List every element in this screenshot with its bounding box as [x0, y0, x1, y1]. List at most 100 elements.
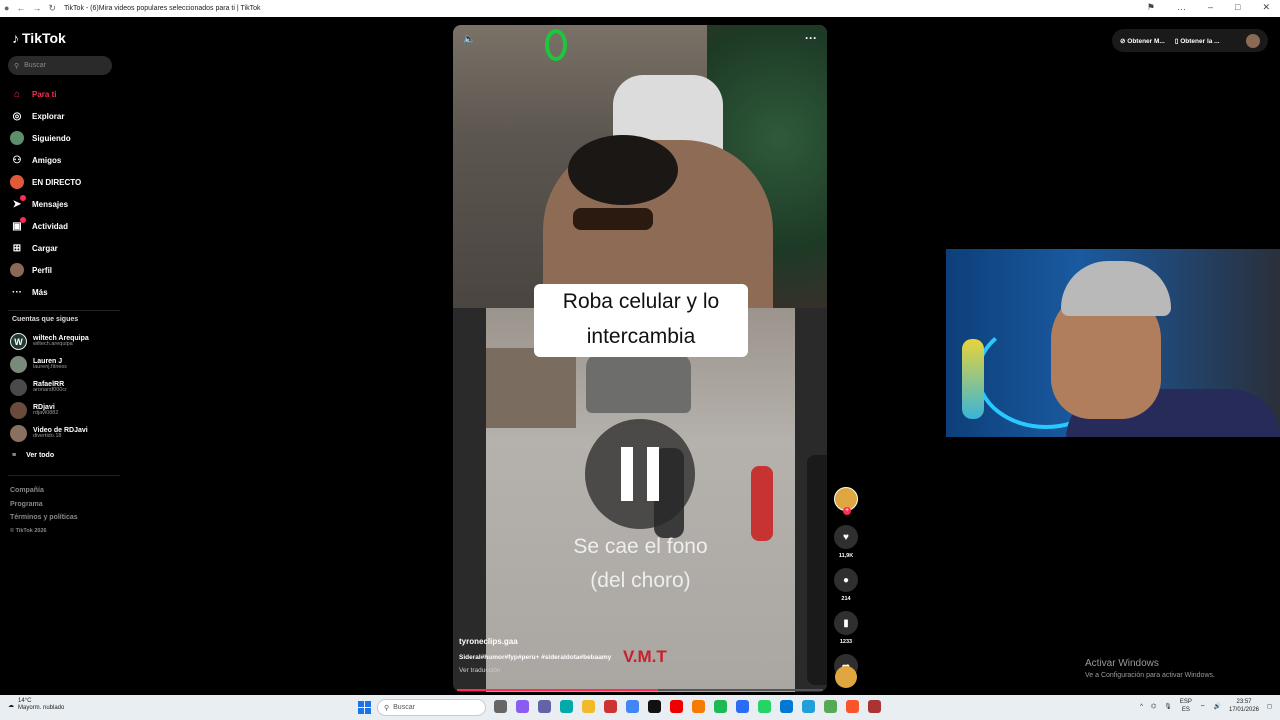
weather-widget[interactable]: ☁ 14°C Mayorm. nublado	[8, 698, 64, 712]
speaker-icon[interactable]: 🔊	[1214, 703, 1221, 710]
app-icon[interactable]	[670, 700, 683, 713]
like-count: 11,9K	[838, 553, 854, 559]
music-disc-icon[interactable]	[835, 666, 857, 688]
chevron-up-icon[interactable]: ^	[1140, 704, 1143, 710]
close-icon[interactable]: ✕	[1262, 2, 1270, 13]
menu-label: Más	[32, 287, 48, 297]
telegram-icon[interactable]	[802, 700, 815, 713]
lang-indicator[interactable]: ESP ES	[1180, 699, 1192, 715]
video-author[interactable]: tyroneclips.gaa	[459, 637, 611, 646]
mic-icon[interactable]: 🎙	[1164, 703, 1172, 710]
tiktok-logo[interactable]: ♪ TikTok	[12, 30, 66, 46]
get-coins-button[interactable]: ⊘ Obtener M...	[1120, 37, 1165, 45]
comment-icon[interactable]: ●	[834, 568, 858, 592]
footer-link-terms[interactable]: Términos y políticas	[10, 511, 78, 525]
network-icon[interactable]: ⌬	[1151, 703, 1156, 710]
menu-item-mas[interactable]: ··· Más	[10, 281, 81, 303]
wifi-icon[interactable]: ⌔	[1200, 703, 1206, 711]
menu-item-para-ti[interactable]: ⌂ Para ti	[10, 83, 81, 105]
minimize-icon[interactable]: –	[1208, 2, 1213, 13]
cloud-icon: ☁	[8, 702, 14, 709]
upload-icon: ⊞	[12, 242, 22, 254]
like-action[interactable]: ♥ 11,9K	[833, 525, 859, 559]
translate-link[interactable]: Ver traducción	[459, 667, 611, 674]
windows-logo-tile	[365, 701, 371, 707]
account-avatar	[10, 425, 27, 442]
comment-action[interactable]: ● 214	[833, 568, 859, 602]
bookmark-icon[interactable]: ▮	[834, 611, 858, 635]
caption-line: intercambia	[586, 325, 696, 348]
video-player[interactable]: Roba celular y lo intercambia Se cae el …	[453, 25, 827, 692]
pause-button[interactable]	[585, 419, 695, 529]
video-caption-bottom: Se cae el fono (del choro)	[538, 530, 743, 598]
following-list: W wiltech Arequipa wiltech.arequipa Laure…	[10, 330, 89, 445]
app-icon[interactable]	[824, 700, 837, 713]
account-item[interactable]: Video de RDJavi divertido.18	[10, 422, 89, 445]
brave-icon[interactable]	[846, 700, 859, 713]
start-button[interactable]	[358, 701, 371, 714]
follow-plus-icon[interactable]: +	[843, 507, 851, 515]
activity-icon: ▣	[10, 217, 26, 233]
clock[interactable]: 23:57 17/01/2026	[1229, 699, 1259, 715]
forward-icon[interactable]: →	[32, 3, 41, 14]
edge-icon[interactable]	[560, 700, 573, 713]
menu-label: Explorar	[32, 111, 65, 121]
reload-icon[interactable]: ↻	[48, 3, 56, 14]
heart-icon[interactable]: ♥	[834, 525, 858, 549]
save-action[interactable]: ▮ 1233	[833, 611, 859, 645]
notifications-icon[interactable]: ◻	[1267, 703, 1272, 710]
menu-item-explorar[interactable]: ◎ Explorar	[10, 105, 81, 127]
next-video-peek[interactable]	[807, 455, 827, 685]
footer-link-program[interactable]: Programa	[10, 498, 78, 512]
see-all-label: Ver todo	[26, 452, 55, 459]
video-watermark: V.M.T	[623, 647, 667, 666]
account-item[interactable]: RDjavi rdjavi0882	[10, 399, 89, 422]
file-explorer-icon[interactable]	[582, 700, 595, 713]
account-item[interactable]: W wiltech Arequipa wiltech.arequipa	[10, 330, 89, 353]
account-item[interactable]: RafaelRR aronarsf000cr	[10, 376, 89, 399]
teams-icon[interactable]	[538, 700, 551, 713]
menu-item-perfil[interactable]: Perfil	[10, 259, 81, 281]
menu-item-cargar[interactable]: ⊞ Cargar	[10, 237, 81, 259]
browser-titlebar: ● ← → ↻ TikTok - (6)Mira videos populare…	[0, 0, 1280, 17]
menu-item-actividad[interactable]: ▣ Actividad	[10, 215, 81, 237]
account-avatar	[10, 356, 27, 373]
tiktok-taskbar-icon[interactable]	[648, 700, 661, 713]
app-icon[interactable]	[692, 700, 705, 713]
more-options-icon[interactable]: ···	[805, 31, 817, 45]
chrome-icon[interactable]	[626, 700, 639, 713]
taskbar-search[interactable]: ⚲ Buscar	[377, 699, 486, 716]
menu-item-mensajes[interactable]: ➤ Mensajes	[10, 193, 81, 215]
outlook-icon[interactable]	[780, 700, 793, 713]
video-progress[interactable]	[457, 689, 823, 691]
following-avatar	[10, 131, 24, 145]
badge-dot	[20, 217, 26, 223]
menu-label: Actividad	[32, 221, 69, 231]
translate-icon[interactable]: ⚑	[1147, 2, 1155, 13]
window-controls: ⚑ … – □ ✕	[1147, 2, 1270, 13]
user-avatar[interactable]	[1246, 33, 1260, 48]
back-icon[interactable]: ←	[16, 3, 25, 14]
spotify-icon[interactable]	[714, 700, 727, 713]
menu-item-amigos[interactable]: ⚇ Amigos	[10, 149, 81, 171]
see-all-button[interactable]: ≡ Ver todo	[12, 452, 54, 459]
account-item[interactable]: Lauren Jlaurenj.fitness	[10, 353, 89, 376]
home-icon: ⌂	[13, 88, 21, 100]
task-view-icon[interactable]	[494, 700, 507, 713]
volume-icon[interactable]: 🔈	[463, 34, 475, 45]
menu-item-siguiendo[interactable]: Siguiendo	[10, 127, 81, 149]
app-icon[interactable]	[868, 700, 881, 713]
clock-date: 17/01/2026	[1228, 706, 1260, 713]
app-icon[interactable]	[736, 700, 749, 713]
green-ornament	[545, 29, 567, 61]
app-icon[interactable]	[604, 700, 617, 713]
get-app-button[interactable]: ▯ Obtener la ...	[1175, 37, 1220, 45]
menu-icon[interactable]: …	[1177, 2, 1186, 13]
menu-item-en-directo[interactable]: EN DIRECTO	[10, 171, 81, 193]
footer-link-company[interactable]: Compañía	[10, 484, 78, 498]
copilot-icon[interactable]	[516, 700, 529, 713]
maximize-icon[interactable]: □	[1235, 2, 1240, 13]
creator-avatar[interactable]: +	[834, 487, 858, 515]
search-input[interactable]: ⚲ Buscar	[8, 56, 112, 75]
whatsapp-icon[interactable]	[758, 700, 771, 713]
